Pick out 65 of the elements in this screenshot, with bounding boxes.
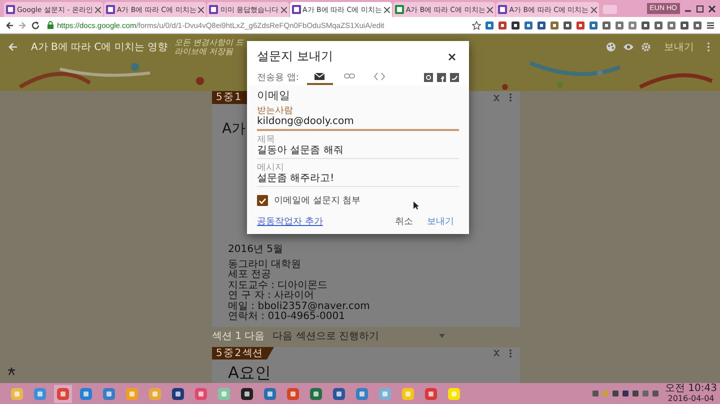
clock-time: 오전 10:43 (665, 384, 717, 394)
description-line: 2016년 5월 (228, 245, 284, 256)
send-button[interactable]: 보내기 (422, 213, 459, 230)
close-icon[interactable] (448, 52, 456, 60)
add-collaborators-link[interactable]: 공동작업자 추가 (257, 215, 323, 228)
back-icon[interactable] (5, 20, 14, 30)
app-icon[interactable] (332, 386, 346, 400)
document-icon (6, 5, 15, 14)
section-title: A가 (222, 120, 246, 138)
save-status: 모든 변경사항이 드라이브에 저장됨 (174, 38, 245, 56)
document-icon (106, 5, 115, 14)
reload-icon[interactable] (31, 20, 40, 30)
text-field[interactable]: 받는사람 kildong@dooly.com (257, 106, 459, 131)
form-title: A가 B에 따라 C에 미치는 영향 (31, 40, 168, 54)
check-icon (259, 198, 266, 204)
cursor-icon (413, 201, 419, 210)
document-icon (209, 5, 218, 14)
collapse-icon[interactable] (493, 349, 500, 357)
google-plus-icon[interactable] (424, 72, 433, 82)
description-line: 연 구 자 : 사라이어 (228, 291, 316, 301)
spreadsheet-icon (394, 5, 404, 14)
menu-icon[interactable] (706, 20, 715, 30)
checkbox-label: 이메일에 설문지 첨부 (274, 195, 361, 207)
send-via-label: 전송용 앱: (257, 72, 299, 84)
dialog-title: 설문지 보내기 (257, 48, 333, 65)
close-icon[interactable] (384, 6, 390, 12)
settings-icon[interactable] (641, 42, 651, 52)
description-line: 지도교수 : 디아이몬드 (228, 280, 329, 290)
next-section-label: 섹션 1 다음 (212, 330, 265, 342)
email-icon (314, 72, 326, 80)
section-heading: 이메일 (257, 88, 291, 103)
dropdown-icon (439, 334, 446, 338)
next-section-dropdown[interactable]: 다음 섹션으로 진행하기 (272, 328, 446, 342)
close-icon[interactable] (708, 4, 716, 12)
description-line: 연락처 : 010-4965-0001 (228, 312, 345, 322)
more-icon[interactable] (707, 42, 710, 52)
document-icon (292, 5, 301, 14)
forward-icon[interactable] (18, 20, 27, 30)
more-icon[interactable] (509, 93, 512, 102)
palette-icon[interactable] (606, 42, 616, 52)
link-icon (344, 72, 356, 80)
description-line: 세포 전공 (228, 270, 272, 280)
facebook-icon[interactable] (437, 72, 446, 82)
text-field[interactable]: 메시지 설문좀 해주라고! (257, 163, 459, 187)
description-line: 메일 : bboli2357@naver.com (228, 302, 371, 312)
app-icon[interactable] (171, 386, 185, 400)
cancel-button[interactable]: 취소 (390, 213, 418, 230)
checkbox[interactable] (257, 195, 268, 206)
lock-icon (47, 21, 54, 29)
section-badge: 5 중 2 섹션 (212, 346, 274, 360)
maximize-icon[interactable] (696, 4, 704, 12)
app-icon[interactable] (240, 386, 254, 400)
embed-icon (374, 72, 386, 80)
description-line: 동그라미 대학원 (228, 260, 302, 270)
figure-icon (7, 367, 16, 376)
star-icon[interactable] (472, 20, 481, 30)
collapse-icon[interactable] (493, 94, 500, 102)
text-field[interactable]: 제목 길동아 설문좀 해줘 (257, 135, 459, 159)
app-icon[interactable] (309, 386, 323, 400)
eye-icon[interactable] (623, 42, 634, 50)
clock-date: 2016-04-04 (668, 394, 714, 404)
twitter-icon[interactable] (450, 72, 459, 82)
document-icon (498, 5, 508, 14)
section-title: A요인 (228, 362, 271, 382)
more-icon[interactable] (509, 348, 512, 358)
